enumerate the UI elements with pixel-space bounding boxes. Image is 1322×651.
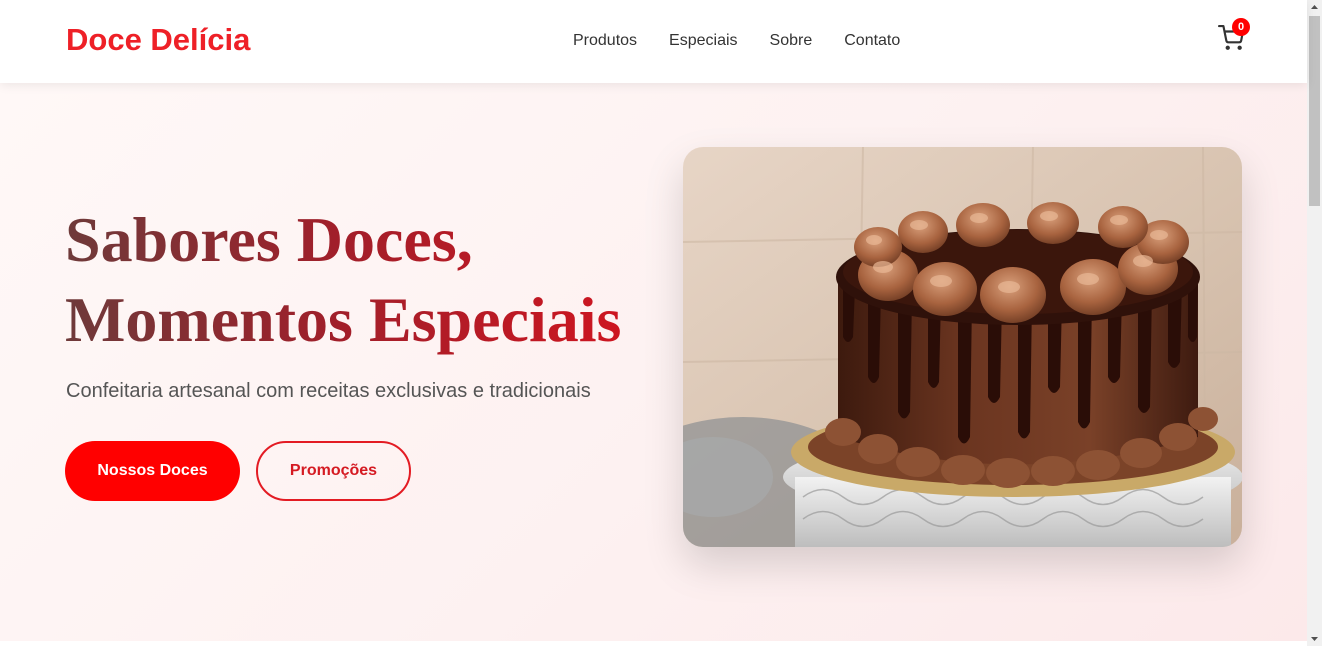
promocoes-button[interactable]: Promoções bbox=[256, 441, 411, 501]
hero-title: Sabores Doces, Momentos Especiais bbox=[65, 200, 665, 360]
nav-menu: Produtos Especiais Sobre Contato bbox=[573, 32, 900, 50]
logo[interactable]: Doce Delícia bbox=[66, 22, 250, 58]
scroll-up-arrow-icon[interactable] bbox=[1307, 0, 1322, 15]
hero-title-line-2: Momentos Especiais bbox=[65, 284, 622, 355]
hero-section: Sabores Doces, Momentos Especiais Confei… bbox=[0, 83, 1307, 641]
hero-cake-image bbox=[683, 147, 1242, 547]
cart-button[interactable]: 0 bbox=[1218, 18, 1250, 51]
scrollbar-thumb[interactable] bbox=[1309, 16, 1320, 206]
vertical-scrollbar[interactable] bbox=[1307, 0, 1322, 646]
nav-link-especiais[interactable]: Especiais bbox=[669, 32, 737, 50]
hero-title-line-1: Sabores Doces, bbox=[65, 204, 473, 275]
cart-count-badge: 0 bbox=[1232, 18, 1250, 36]
nav-link-produtos[interactable]: Produtos bbox=[573, 32, 637, 50]
scroll-down-arrow-icon[interactable] bbox=[1307, 631, 1322, 646]
navbar: Doce Delícia Produtos Especiais Sobre Co… bbox=[0, 0, 1307, 83]
nav-link-sobre[interactable]: Sobre bbox=[770, 32, 813, 50]
page-bottom bbox=[0, 641, 1307, 646]
hero-subtitle: Confeitaria artesanal com receitas exclu… bbox=[66, 380, 591, 402]
nav-link-contato[interactable]: Contato bbox=[844, 32, 900, 50]
nossos-doces-button[interactable]: Nossos Doces bbox=[65, 441, 240, 501]
